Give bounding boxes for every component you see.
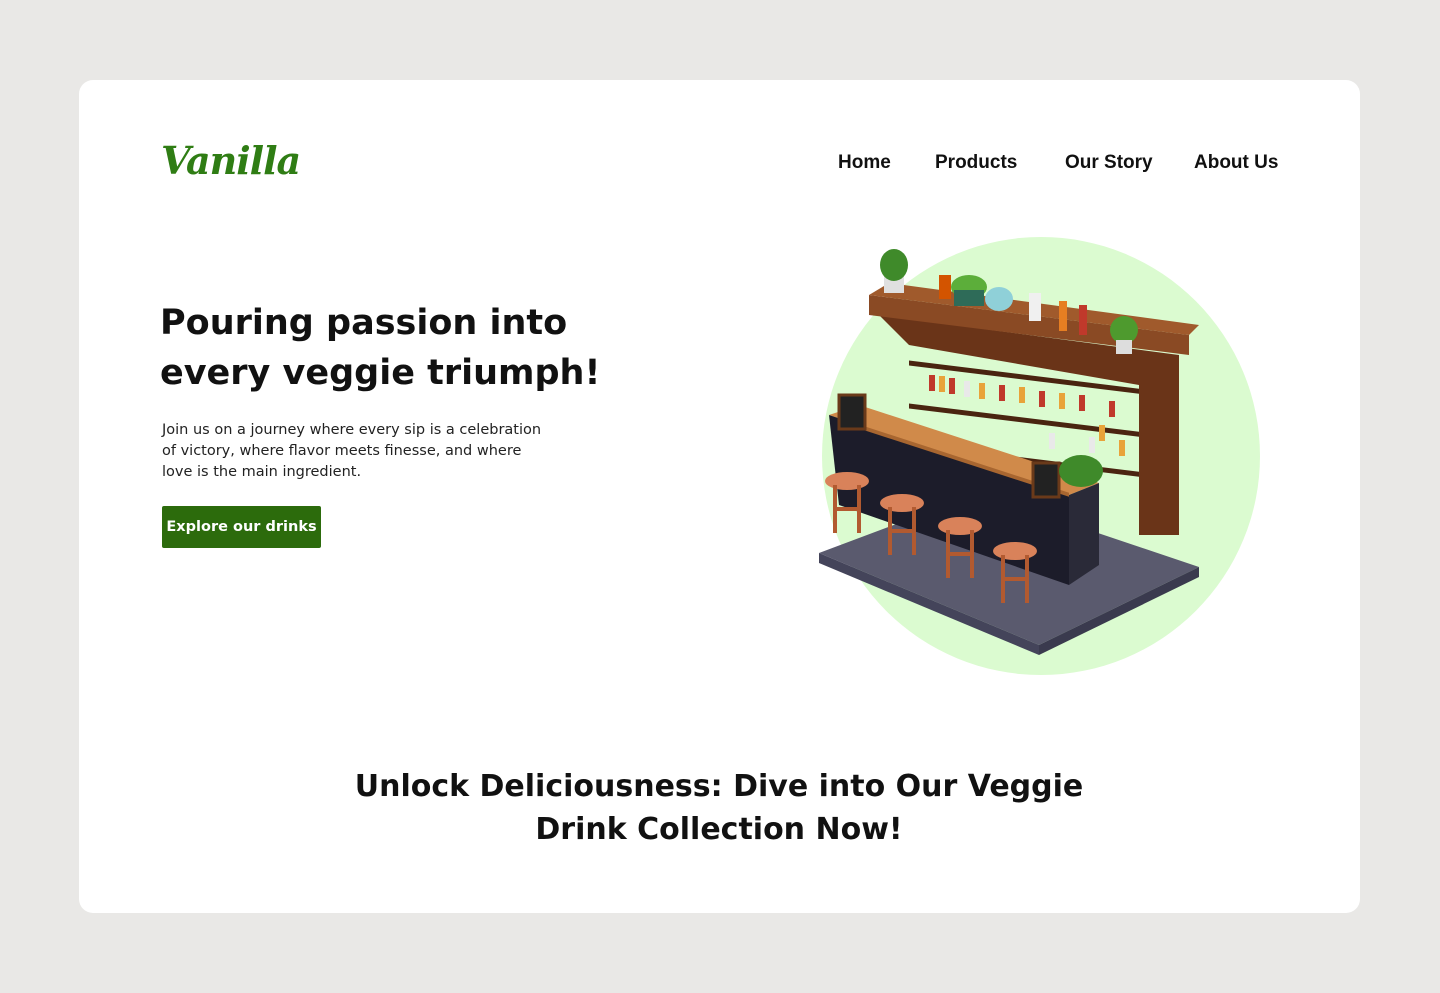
nav-our-story[interactable]: Our Story xyxy=(1065,152,1153,174)
section-title: Unlock Deliciousness: Dive into Our Vegg… xyxy=(354,769,1084,847)
hero-title: Pouring passion into every veggie triump… xyxy=(160,303,601,393)
hero-description: Join us on a journey where every sip is … xyxy=(162,422,542,480)
nav-products[interactable]: Products xyxy=(935,152,1017,174)
nav-home[interactable]: Home xyxy=(838,152,891,174)
main-nav: Home Products Our Story About Us xyxy=(79,152,1360,178)
explore-drinks-button[interactable]: Explore our drinks xyxy=(162,506,321,548)
bar-counter-illustration xyxy=(819,249,1199,655)
page-card: Vanilla Home Products Our Story About Us… xyxy=(79,80,1360,913)
nav-about-us[interactable]: About Us xyxy=(1194,152,1278,174)
